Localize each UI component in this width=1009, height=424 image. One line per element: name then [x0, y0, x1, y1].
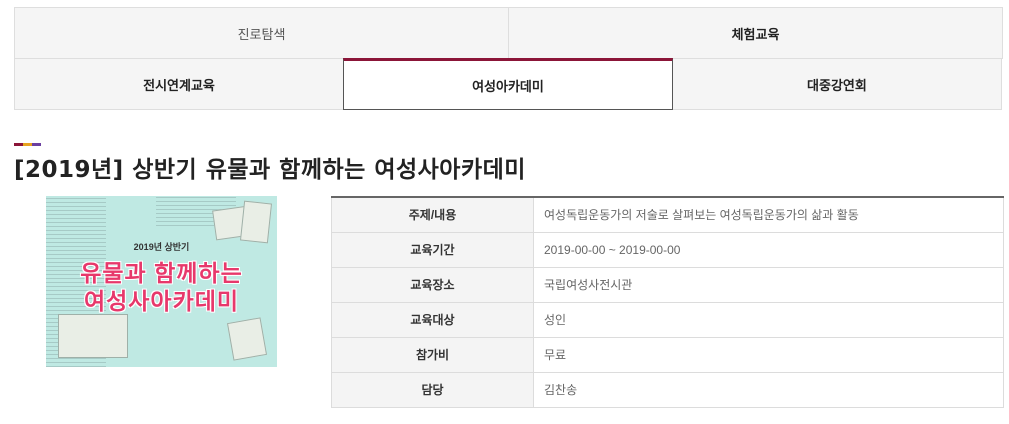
- program-title: [2019년] 상반기 유물과 함께하는 여성사아카데미: [14, 157, 526, 183]
- row-label: 교육기간: [331, 231, 534, 268]
- table-row: 교육대상 성인: [331, 301, 1004, 338]
- row-label: 참가비: [331, 336, 534, 373]
- poster-document-image: [239, 200, 273, 244]
- program-category-tabs: 진로탐색 체험교육 전시연계교육 여성아카데미 대중강연회: [14, 7, 1004, 110]
- program-details-table: 주제/내용 여성독립운동가의 저술로 살펴보는 여성독립운동가의 삶과 활동 교…: [331, 196, 1004, 408]
- row-value: 2019-00-00 ~ 2019-00-00: [533, 231, 1004, 268]
- row-label: 주제/내용: [331, 196, 534, 233]
- poster-document-image: [226, 317, 268, 361]
- row-label: 교육장소: [331, 266, 534, 303]
- row-label: 교육대상: [331, 301, 534, 338]
- table-row: 참가비 무료: [331, 336, 1004, 373]
- table-row: 교육장소 국립여성사전시관: [331, 266, 1004, 303]
- tab-women-academy[interactable]: 여성아카데미: [342, 58, 673, 110]
- row-value: 무료: [533, 336, 1004, 373]
- tab-exhibition-education[interactable]: 전시연계교육: [14, 58, 344, 110]
- poster-book-image: [58, 314, 128, 358]
- row-label: 담당: [331, 371, 534, 408]
- poster-subtitle: 2019년 상반기: [133, 242, 190, 252]
- accent-segment: [23, 143, 32, 146]
- tab-career-exploration[interactable]: 진로탐색: [14, 7, 509, 59]
- tab-experience-education[interactable]: 체험교육: [508, 7, 1003, 59]
- table-row: 주제/내용 여성독립운동가의 저술로 살펴보는 여성독립운동가의 삶과 활동: [331, 196, 1004, 233]
- table-row: 담당 김찬송: [331, 371, 1004, 408]
- row-value: 성인: [533, 301, 1004, 338]
- row-value: 김찬송: [533, 371, 1004, 408]
- program-poster-image: 2019년 상반기 유물과 함께하는 여성사아카데미: [46, 196, 277, 367]
- accent-segment: [14, 143, 23, 146]
- poster-headline-2: 여성사아카데미: [83, 288, 240, 314]
- tab-row-2: 전시연계교육 여성아카데미 대중강연회: [14, 58, 1004, 110]
- tab-row-1: 진로탐색 체험교육: [14, 7, 1004, 59]
- table-row: 교육기간 2019-00-00 ~ 2019-00-00: [331, 231, 1004, 268]
- accent-segment: [32, 143, 41, 146]
- row-value: 국립여성사전시관: [533, 266, 1004, 303]
- title-accent-bar: [14, 143, 41, 146]
- row-value: 여성독립운동가의 저술로 살펴보는 여성독립운동가의 삶과 활동: [533, 196, 1004, 233]
- tab-public-lecture[interactable]: 대중강연회: [671, 58, 1002, 110]
